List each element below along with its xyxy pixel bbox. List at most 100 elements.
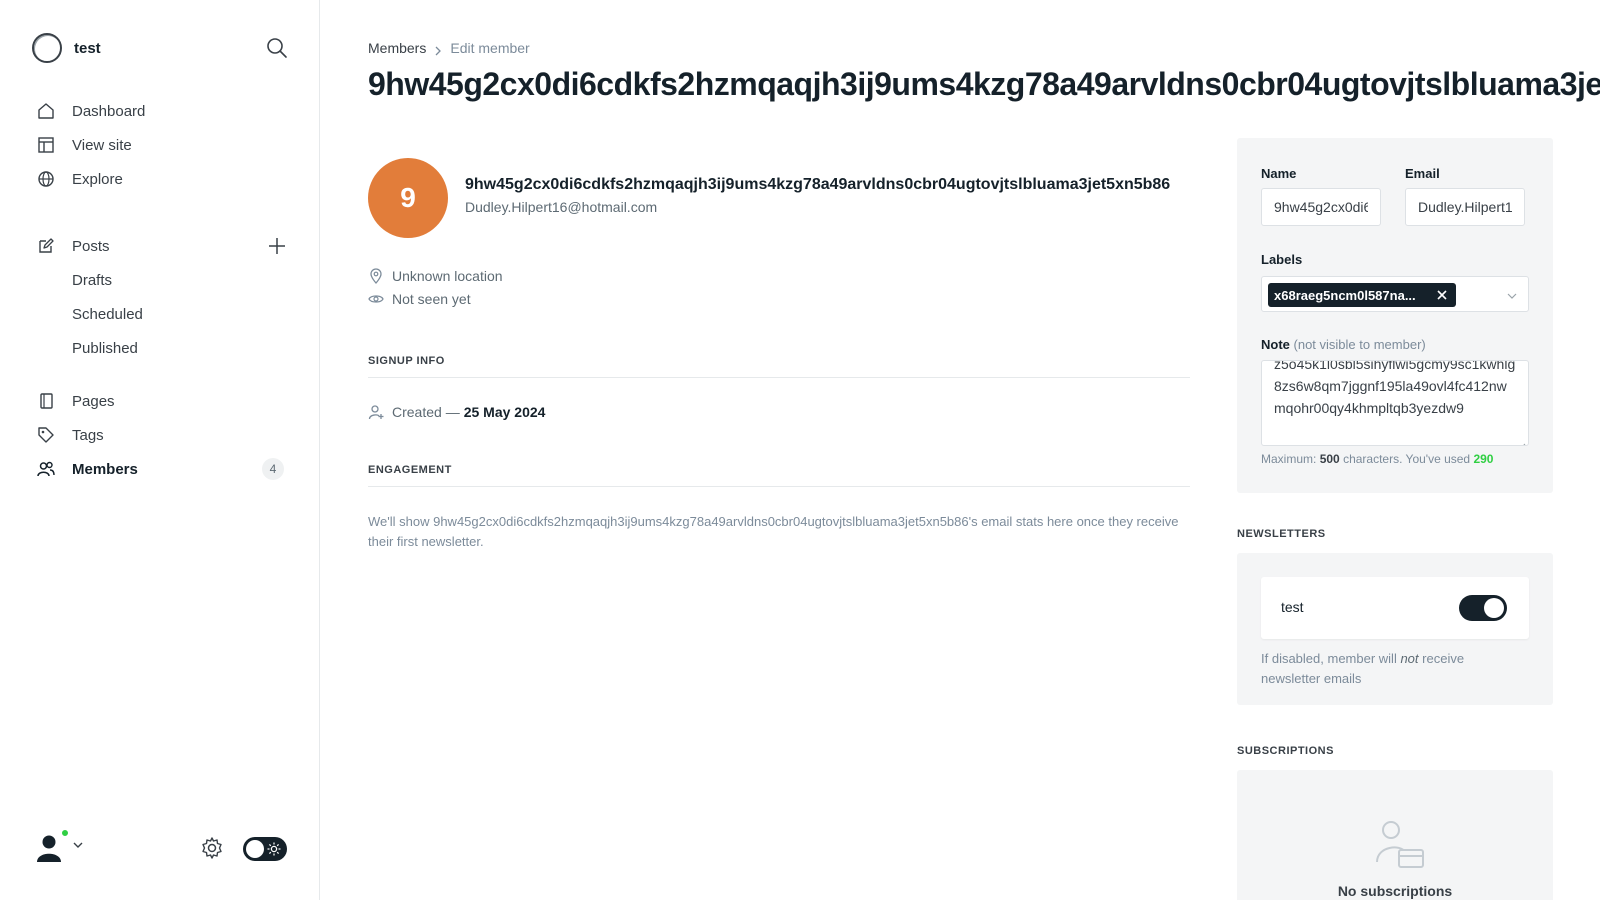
engagement-heading: ENGAGEMENT (368, 464, 452, 476)
nav-explore[interactable]: Explore (36, 162, 296, 196)
nav-label: Members (72, 460, 138, 478)
note-label: Note (not visible to member) (1261, 337, 1426, 352)
globe-icon (36, 169, 56, 189)
app-window: test Dashboard View site Explore Posts D… (0, 0, 1600, 900)
breadcrumb: Members Edit member (368, 40, 530, 56)
sidebar: test Dashboard View site Explore Posts D… (0, 0, 320, 900)
nav-posts[interactable]: Posts (36, 229, 296, 263)
nav-view-site[interactable]: View site (36, 128, 296, 162)
member-avatar: 9 (368, 158, 448, 238)
label-chip-text: x68raeg5ncm0l587na... (1274, 287, 1416, 303)
signup-info-heading: SIGNUP INFO (368, 355, 445, 367)
nav-label: Scheduled (72, 305, 143, 323)
note-label-text: Note (1261, 337, 1290, 352)
home-icon (36, 101, 56, 121)
member-email: Dudley.Hilpert16@hotmail.com (465, 199, 658, 215)
member-details-form: Name Email Labels x68raeg5ncm0l587na... … (1237, 138, 1553, 493)
labels-select[interactable]: x68raeg5ncm0l587na... (1261, 276, 1529, 312)
hint-emphasis: not (1400, 651, 1419, 666)
add-post-icon[interactable] (268, 237, 286, 255)
content-nav: Posts Drafts Scheduled Published (36, 229, 296, 365)
subscriptions-heading: SUBSCRIPTIONS (1237, 745, 1334, 757)
tag-icon (36, 425, 56, 445)
nav-published[interactable]: Published (36, 331, 296, 365)
subscriptions-panel: No subscriptions (1237, 770, 1553, 900)
count-used: 290 (1473, 452, 1494, 466)
newsletters-heading: NEWSLETTERS (1237, 528, 1326, 540)
created-label: Created — (392, 404, 460, 420)
nav-pages[interactable]: Pages (36, 384, 296, 418)
divider (368, 486, 1190, 487)
note-char-count: Maximum: 500 characters. You've used 290 (1261, 452, 1493, 466)
members-count-badge: 4 (262, 458, 284, 480)
divider (368, 377, 1190, 378)
nav-drafts[interactable]: Drafts (36, 263, 296, 297)
site-nav: Pages Tags Members 4 (36, 384, 296, 486)
nav-members[interactable]: Members 4 (36, 452, 296, 486)
last-seen-text: Not seen yet (392, 291, 471, 307)
search-icon[interactable] (266, 37, 288, 59)
user-menu[interactable] (32, 828, 84, 864)
nav-label: Explore (72, 170, 123, 188)
site-name: test (74, 39, 101, 57)
newsletter-item: test (1261, 577, 1529, 639)
member-name: 9hw45g2cx0di6cdkfs2hzmqaqjh3ij9ums4kzg78… (465, 176, 1171, 193)
online-status-dot (60, 828, 70, 838)
toggle-knob (246, 840, 264, 858)
hint-text: If disabled, member will (1261, 651, 1397, 666)
nav-label: Published (72, 339, 138, 357)
breadcrumb-current: Edit member (450, 40, 530, 56)
user-add-icon (368, 404, 384, 420)
members-icon (36, 459, 56, 479)
email-input[interactable] (1405, 188, 1525, 226)
created-date: 25 May 2024 (463, 404, 546, 420)
created-row: Created — 25 May 2024 (368, 404, 545, 420)
theme-toggle[interactable] (243, 837, 287, 861)
chevron-right-icon (434, 43, 442, 56)
nav-label: Dashboard (72, 102, 146, 120)
note-hint: (not visible to member) (1293, 337, 1426, 352)
newsletter-hint: If disabled, member will not receive new… (1261, 649, 1521, 689)
count-mid: characters. You've used (1343, 452, 1471, 466)
breadcrumb-members-link[interactable]: Members (368, 40, 426, 56)
newsletters-panel: test If disabled, member will not receiv… (1237, 553, 1553, 705)
avatar (32, 828, 70, 864)
location-pin-icon (368, 268, 384, 284)
nav-label: View site (72, 136, 132, 154)
note-textarea[interactable]: z5o45k1l0sbl5sihyflwi5gcmy9sc1kwhlg8zs6w… (1261, 360, 1529, 446)
chevron-down-icon (1506, 289, 1518, 301)
nav-scheduled[interactable]: Scheduled (36, 297, 296, 331)
nav-dashboard[interactable]: Dashboard (36, 94, 296, 128)
nav-tags[interactable]: Tags (36, 418, 296, 452)
labels-label: Labels (1261, 252, 1303, 267)
newsletter-toggle[interactable] (1459, 595, 1507, 621)
resize-handle-icon[interactable] (1518, 435, 1526, 445)
layout-icon (36, 135, 56, 155)
member-card-icon (1373, 818, 1427, 872)
page-title: 9hw45g2cx0di6cdkfs2hzmqaqjh3ij9ums4kzg78… (368, 66, 1600, 102)
nav-label: Posts (72, 237, 110, 255)
no-subscriptions-text: No subscriptions (1337, 883, 1453, 899)
brand[interactable]: test (32, 32, 101, 64)
newsletter-name: test (1281, 599, 1304, 615)
note-text: z5o45k1l0sbl5sihyflwi5gcmy9sc1kwhlg8zs6w… (1274, 360, 1516, 416)
count-max: 500 (1319, 452, 1340, 466)
site-logo-icon (32, 33, 62, 63)
member-last-seen: Not seen yet (368, 291, 471, 307)
label-chip: x68raeg5ncm0l587na... (1268, 283, 1456, 307)
toggle-knob (1484, 598, 1504, 618)
pencil-icon (36, 236, 56, 256)
close-icon[interactable] (1436, 289, 1448, 301)
nav-label: Pages (72, 392, 115, 410)
eye-icon (368, 291, 384, 307)
member-location: Unknown location (368, 268, 503, 284)
nav-label: Tags (72, 426, 104, 444)
name-input[interactable] (1261, 188, 1381, 226)
count-prefix: Maximum: (1261, 452, 1317, 466)
email-label: Email (1405, 166, 1440, 181)
gear-icon[interactable] (200, 836, 224, 860)
sun-icon (267, 842, 281, 856)
location-text: Unknown location (392, 268, 503, 284)
page-icon (36, 391, 56, 411)
nav-label: Drafts (72, 271, 113, 289)
